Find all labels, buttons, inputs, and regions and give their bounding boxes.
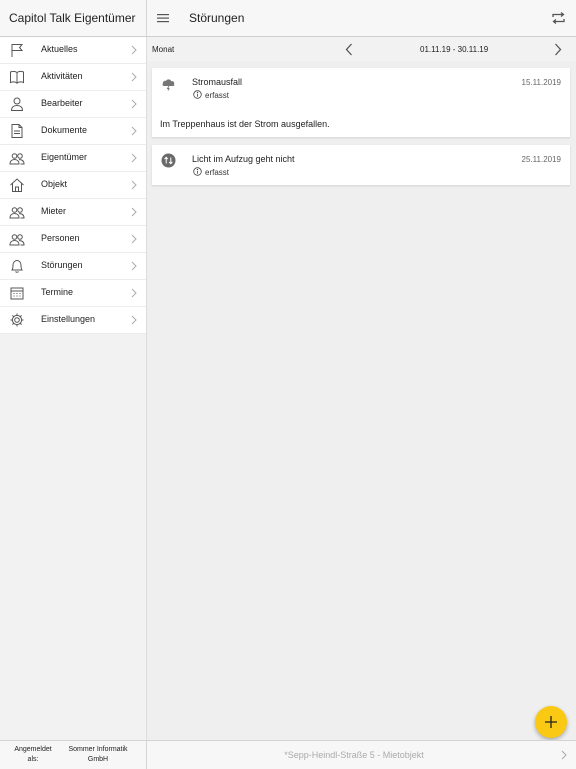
sidebar-item-label: Eigentümer — [41, 152, 88, 162]
period-label[interactable]: Monat — [152, 45, 174, 54]
header-divider — [146, 0, 147, 36]
people-icon — [9, 153, 25, 165]
footer-bar: Angemeldet als: Sommer Informatik GmbH *… — [0, 740, 576, 769]
sidebar-item-termine[interactable]: Termine — [0, 280, 146, 307]
sidebar-item-label: Aktuelles — [41, 44, 78, 54]
sidebar-item-stoerungen[interactable]: Störungen — [0, 253, 146, 280]
chevron-right-icon — [131, 99, 137, 109]
date-range-label: 01.11.19 - 30.11.19 — [420, 45, 489, 54]
plus-icon — [545, 716, 557, 728]
chevron-right-icon — [131, 207, 137, 217]
sidebar-item-dokumente[interactable]: Dokumente — [0, 118, 146, 145]
person-icon — [10, 97, 24, 111]
company-name: Sommer Informatik GmbH — [68, 746, 128, 763]
period-bar: Monat 01.11.19 - 30.11.19 — [147, 37, 576, 61]
sidebar: Aktuelles Aktivitäten Bearbeiter Dokumen… — [0, 37, 147, 740]
sidebar-item-mieter[interactable]: Mieter — [0, 199, 146, 226]
disturbance-title: Licht im Aufzug geht nicht — [192, 154, 295, 164]
chevron-right-icon — [131, 45, 137, 55]
object-selector[interactable]: *Sepp-Heindl-Straße 5 - Mietobjekt — [147, 750, 561, 760]
app-title: Capitol Talk Eigentümer — [9, 11, 136, 25]
house-icon — [10, 178, 24, 192]
chevron-right-icon — [131, 315, 137, 325]
page-title: Störungen — [189, 11, 245, 25]
sidebar-item-einstellungen[interactable]: Einstellungen — [0, 307, 146, 334]
chevron-right-icon — [131, 126, 137, 136]
calendar-icon — [10, 287, 24, 300]
people-icon — [9, 207, 25, 219]
chevron-right-icon[interactable] — [554, 43, 562, 56]
disturbance-title: Stromausfall — [192, 77, 243, 87]
sidebar-item-label: Bearbeiter — [41, 98, 83, 108]
sidebar-item-eigentuemer[interactable]: Eigentümer — [0, 145, 146, 172]
document-icon — [11, 124, 23, 138]
chevron-right-icon — [131, 288, 137, 298]
sidebar-item-label: Aktivitäten — [41, 71, 83, 81]
sidebar-item-label: Personen — [41, 233, 80, 243]
sidebar-item-label: Dokumente — [41, 125, 88, 135]
disturbance-date: 25.11.2019 — [521, 155, 561, 164]
flag-icon — [11, 44, 24, 57]
bell-icon — [11, 259, 23, 273]
sidebar-item-aktuelles[interactable]: Aktuelles — [0, 37, 146, 64]
chevron-right-icon — [131, 234, 137, 244]
disturbance-date: 15.11.2019 — [521, 78, 561, 87]
sidebar-list: Aktuelles Aktivitäten Bearbeiter Dokumen… — [0, 37, 146, 334]
disturbance-card[interactable]: Licht im Aufzug geht nicht 25.11.2019 er… — [152, 145, 570, 185]
status-text: erfasst — [205, 168, 230, 177]
sidebar-item-objekt[interactable]: Objekt — [0, 172, 146, 199]
chevron-right-icon — [131, 261, 137, 271]
sidebar-item-label: Termine — [41, 287, 74, 297]
book-icon — [10, 70, 24, 84]
sidebar-item-label: Störungen — [41, 260, 83, 270]
info-icon — [193, 167, 202, 176]
disturbance-card[interactable]: Stromausfall 15.11.2019 erfasst Im Trepp… — [152, 68, 570, 137]
chevron-right-icon — [131, 72, 137, 82]
app-header: Capitol Talk Eigentümer Störungen — [0, 0, 576, 37]
chevron-right-icon[interactable] — [561, 750, 567, 760]
chevron-left-icon[interactable] — [345, 43, 353, 56]
sync-icon[interactable] — [550, 10, 567, 26]
status-text: erfasst — [205, 91, 230, 100]
sidebar-item-aktivitaeten[interactable]: Aktivitäten — [0, 64, 146, 91]
power-outage-cloud-icon — [162, 79, 175, 91]
chevron-right-icon — [131, 153, 137, 163]
sidebar-item-label: Objekt — [41, 179, 68, 189]
sidebar-item-bearbeiter[interactable]: Bearbeiter — [0, 91, 146, 118]
sidebar-item-personen[interactable]: Personen — [0, 226, 146, 253]
sidebar-item-label: Mieter — [41, 206, 67, 216]
elevator-icon — [161, 153, 176, 168]
info-icon — [193, 90, 202, 99]
add-disturbance-button[interactable] — [535, 706, 567, 738]
hamburger-menu-icon[interactable] — [156, 12, 170, 24]
chevron-right-icon — [131, 180, 137, 190]
gear-icon — [10, 313, 24, 327]
people-icon — [9, 234, 25, 246]
logged-in-label: Angemeldet als: — [14, 746, 52, 763]
sidebar-item-label: Einstellungen — [41, 314, 96, 324]
disturbance-description: Im Treppenhaus ist der Strom ausgefallen… — [160, 119, 330, 129]
